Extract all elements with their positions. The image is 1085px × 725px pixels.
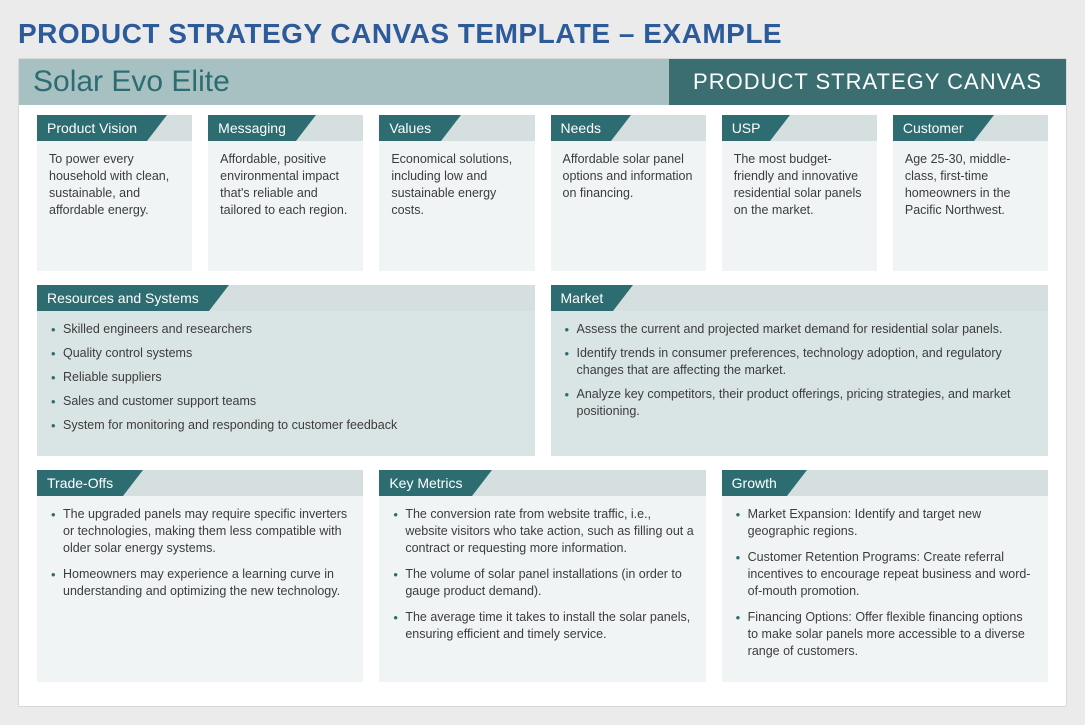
card: USPThe most budget-friendly and innovati…	[722, 115, 877, 271]
card-body: The most budget-friendly and innovative …	[722, 141, 877, 271]
card-header: Customer	[893, 115, 974, 141]
canvas-container: Solar Evo Elite PRODUCT STRATEGY CANVAS …	[18, 58, 1067, 707]
list-item: Market Expansion: Identify and target ne…	[734, 506, 1036, 540]
card: Trade-Offs The upgraded panels may requir…	[37, 470, 363, 682]
card-body: Affordable solar panel options and infor…	[551, 141, 706, 271]
list-item: Analyze key competitors, their product o…	[563, 386, 1037, 420]
header-bar: Solar Evo Elite PRODUCT STRATEGY CANVAS	[19, 59, 1066, 105]
card-header: Market	[551, 285, 614, 311]
list-item: The conversion rate from website traffic…	[391, 506, 693, 557]
header-label: PRODUCT STRATEGY CANVAS	[669, 59, 1066, 105]
list-item: The upgraded panels may require specific…	[49, 506, 351, 557]
card: Market Assess the current and projected m…	[551, 285, 1049, 456]
list-item: The volume of solar panel installations …	[391, 566, 693, 600]
card-header: Trade-Offs	[37, 470, 123, 496]
card-body: Skilled engineers and researchers Quality…	[37, 311, 535, 456]
list-item: Financing Options: Offer flexible financ…	[734, 609, 1036, 660]
list-item: Skilled engineers and researchers	[49, 321, 523, 338]
card: NeedsAffordable solar panel options and …	[551, 115, 706, 271]
card-header-wrap: Trade-Offs	[37, 470, 363, 496]
card-header-wrap: Messaging	[208, 115, 363, 141]
card: MessagingAffordable, positive environmen…	[208, 115, 363, 271]
card-body: The conversion rate from website traffic…	[379, 496, 705, 682]
card-body: Market Expansion: Identify and target ne…	[722, 496, 1048, 682]
list-item: Quality control systems	[49, 345, 523, 362]
bullet-list: Market Expansion: Identify and target ne…	[734, 506, 1036, 659]
bullet-list: Assess the current and projected market …	[563, 321, 1037, 419]
card-header-wrap: Values	[379, 115, 534, 141]
card-header: Growth	[722, 470, 787, 496]
list-item: Assess the current and projected market …	[563, 321, 1037, 338]
card-header-wrap: Growth	[722, 470, 1048, 496]
card: Resources and Systems Skilled engineers a…	[37, 285, 535, 456]
card-header: Values	[379, 115, 441, 141]
card-header: USP	[722, 115, 771, 141]
card-header: Messaging	[208, 115, 296, 141]
card-header-wrap: Product Vision	[37, 115, 192, 141]
list-item: The average time it takes to install the…	[391, 609, 693, 643]
card: Product VisionTo power every household w…	[37, 115, 192, 271]
card-header: Key Metrics	[379, 470, 472, 496]
card-body: Economical solutions, including low and …	[379, 141, 534, 271]
list-item: System for monitoring and responding to …	[49, 417, 523, 434]
card-header-wrap: Needs	[551, 115, 706, 141]
product-name: Solar Evo Elite	[19, 59, 669, 105]
card-header-wrap: Customer	[893, 115, 1048, 141]
card-header: Product Vision	[37, 115, 147, 141]
card: Growth Market Expansion: Identify and tar…	[722, 470, 1048, 682]
bullet-list: The upgraded panels may require specific…	[49, 506, 351, 599]
list-item: Homeowners may experience a learning cur…	[49, 566, 351, 600]
card-body: Age 25-30, middle-class, first-time home…	[893, 141, 1048, 271]
card-header-wrap: Key Metrics	[379, 470, 705, 496]
page-title: PRODUCT STRATEGY CANVAS TEMPLATE – EXAMP…	[18, 18, 1067, 50]
row-bottom: Trade-Offs The upgraded panels may requir…	[37, 470, 1048, 682]
card-body: Affordable, positive environmental impac…	[208, 141, 363, 271]
card: Key Metrics The conversion rate from webs…	[379, 470, 705, 682]
card: CustomerAge 25-30, middle-class, first-t…	[893, 115, 1048, 271]
card-header: Resources and Systems	[37, 285, 209, 311]
list-item: Customer Retention Programs: Create refe…	[734, 549, 1036, 600]
list-item: Reliable suppliers	[49, 369, 523, 386]
row-middle: Resources and Systems Skilled engineers a…	[37, 285, 1048, 456]
card-header: Needs	[551, 115, 611, 141]
row-top: Product VisionTo power every household w…	[37, 115, 1048, 271]
bullet-list: Skilled engineers and researchers Quality…	[49, 321, 523, 433]
rows-container: Product VisionTo power every household w…	[19, 105, 1066, 682]
card: ValuesEconomical solutions, including lo…	[379, 115, 534, 271]
card-body: Assess the current and projected market …	[551, 311, 1049, 456]
bullet-list: The conversion rate from website traffic…	[391, 506, 693, 642]
card-body: To power every household with clean, sus…	[37, 141, 192, 271]
card-header-wrap: USP	[722, 115, 877, 141]
card-header-wrap: Resources and Systems	[37, 285, 535, 311]
card-body: The upgraded panels may require specific…	[37, 496, 363, 682]
card-header-wrap: Market	[551, 285, 1049, 311]
list-item: Identify trends in consumer preferences,…	[563, 345, 1037, 379]
list-item: Sales and customer support teams	[49, 393, 523, 410]
